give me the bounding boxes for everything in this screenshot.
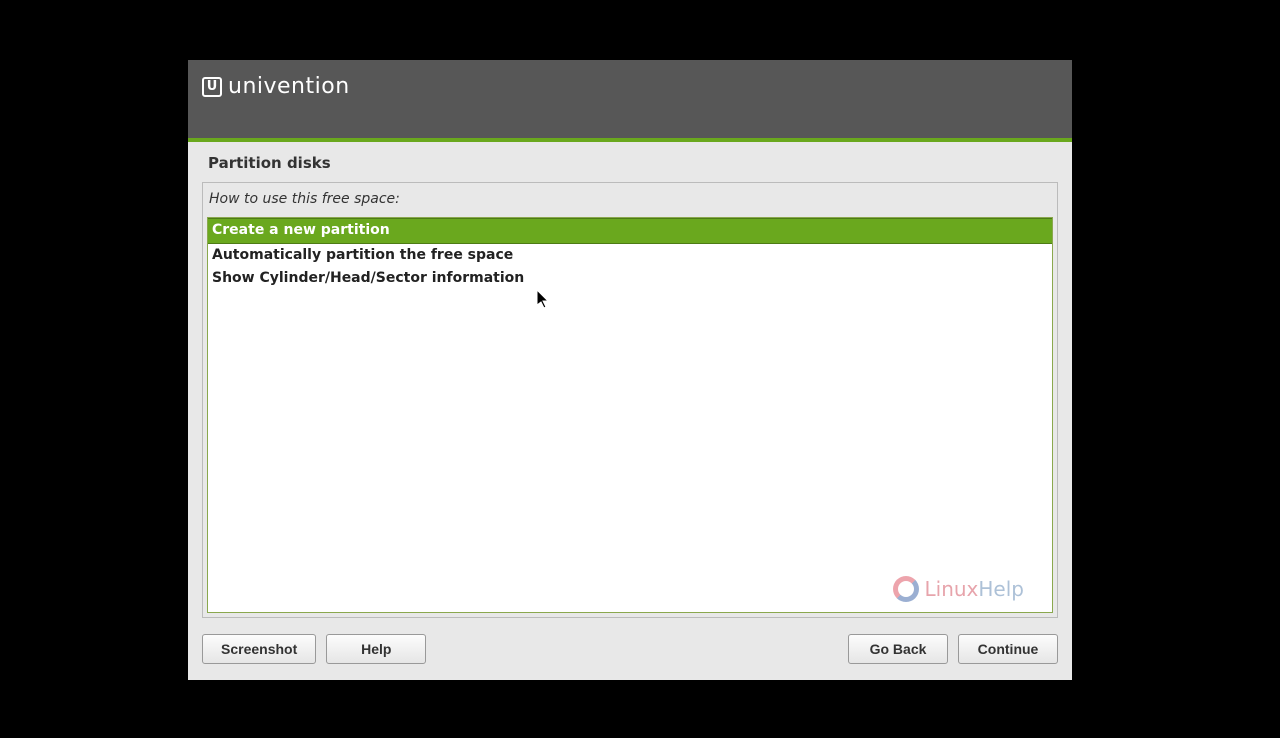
brand-logo-text: univention xyxy=(228,74,350,99)
installer-window: U univention Partition disks How to use … xyxy=(188,60,1072,680)
content-panel: How to use this free space: Create a new… xyxy=(202,182,1058,618)
page-title: Partition disks xyxy=(188,142,1072,182)
options-list: Create a new partition Automatically par… xyxy=(207,217,1053,613)
continue-button[interactable]: Continue xyxy=(958,634,1058,664)
screenshot-button[interactable]: Screenshot xyxy=(202,634,316,664)
help-button[interactable]: Help xyxy=(326,634,426,664)
button-bar: Screenshot Help Go Back Continue xyxy=(188,618,1072,680)
option-auto-partition[interactable]: Automatically partition the free space xyxy=(208,244,1052,268)
watermark-text-part2: Help xyxy=(978,577,1024,601)
brand-logo-icon: U xyxy=(202,77,222,97)
button-spacer xyxy=(436,634,838,664)
watermark-icon xyxy=(893,576,919,602)
option-create-new-partition[interactable]: Create a new partition xyxy=(208,218,1052,244)
watermark-text-part1: Linux xyxy=(925,577,979,601)
prompt-label: How to use this free space: xyxy=(203,183,1057,213)
option-show-chs-info[interactable]: Show Cylinder/Head/Sector information xyxy=(208,267,1052,291)
header-bar: U univention xyxy=(188,60,1072,138)
brand-logo: U univention xyxy=(202,74,350,99)
watermark: LinuxHelp xyxy=(893,576,1025,602)
go-back-button[interactable]: Go Back xyxy=(848,634,948,664)
